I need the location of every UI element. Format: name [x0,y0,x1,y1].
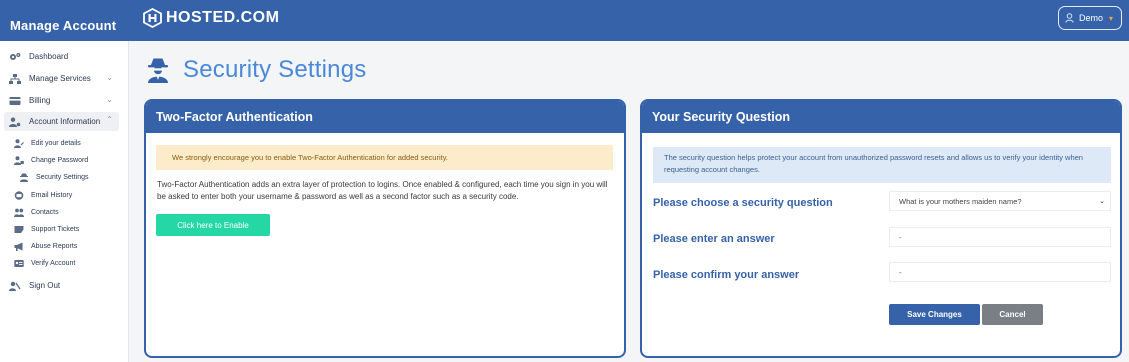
sitemap-icon [9,73,21,84]
security-question-select[interactable]: What is your mothers maiden name? ⌄ [889,191,1111,211]
sidebar-subitem-label: Change Password [31,157,89,164]
gears-icon [9,52,21,62]
sidebar-subitem-verify-account[interactable]: Verify Account [14,256,75,271]
chevron-down-icon: ⌄ [106,73,113,82]
security-question-info: The security question helps protect your… [653,147,1111,183]
sidebar-subitem-contacts[interactable]: Contacts [14,205,59,220]
chevron-down-icon: ▾ [1109,13,1114,23]
selected-question: What is your mothers maiden name? [899,196,1022,206]
answer-label: Please enter an answer [653,233,775,245]
enable-two-factor-button[interactable]: Click here to Enable [156,214,270,236]
chevron-down-icon: ⌄ [106,95,113,104]
sidebar-subitem-label: Contacts [31,209,59,216]
sidebar-subitem-label: Email History [31,192,73,199]
sidebar-item-label: Account Information [29,117,101,126]
sidebar-item-account-information[interactable]: Account Information ⌃ [4,112,119,131]
megaphone-icon [14,242,24,251]
two-factor-warning: We strongly encourage you to enable Two-… [156,145,613,170]
security-question-heading: Your Security Question [642,101,1120,133]
two-factor-heading: Two-Factor Authentication [146,101,624,133]
sidebar-subitem-label: Abuse Reports [31,243,78,250]
user-secret-icon [148,58,168,83]
chevron-up-icon: ⌃ [106,115,113,124]
user-gear-icon [9,117,21,127]
sidebar-subitem-change-password[interactable]: Change Password [14,153,88,168]
chevron-down-icon: ⌄ [1099,198,1105,205]
credit-card-icon [9,96,21,106]
sidebar-subitem-edit-details[interactable]: Edit your details [14,136,81,151]
choose-question-label: Please choose a security question [653,197,833,209]
sign-out-icon [9,281,21,291]
sidebar-subitem-email-history[interactable]: Email History [14,188,72,203]
sidebar-item-label: Billing [29,96,51,105]
user-edit-icon [14,139,24,148]
user-lock-icon [14,156,24,165]
sidebar-subitem-label: Verify Account [31,260,76,267]
logo[interactable]: HOSTED.COM [143,8,279,28]
sidebar-subitem-abuse-reports[interactable]: Abuse Reports [14,239,77,254]
id-card-icon [14,259,24,268]
section-title: Manage Account [10,18,117,33]
users-icon [14,208,24,217]
answer-input[interactable]: - [889,227,1111,247]
top-bar: Manage Account HOSTED.COM Demo ▾ [0,0,1129,41]
sidebar-subitem-security-settings[interactable]: Security Settings [19,170,89,185]
sidebar-subitem-support-tickets[interactable]: Support Tickets [14,222,79,237]
sidebar-item-sign-out[interactable]: Sign Out [4,276,119,295]
user-menu-button[interactable]: Demo ▾ [1058,6,1122,30]
save-changes-button[interactable]: Save Changes [889,304,980,325]
ticket-icon [14,225,24,234]
two-factor-card: Two-Factor Authentication We strongly en… [144,99,626,358]
page-header: Security Settings [147,56,366,84]
confirm-answer-label: Please confirm your answer [653,269,800,281]
page-title: Security Settings [183,56,367,83]
sidebar-subitem-label: Security Settings [36,174,89,181]
sidebar-item-label: Dashboard [29,52,69,61]
sidebar-item-label: Manage Services [29,74,91,83]
two-factor-description: Two-Factor Authentication adds an extra … [157,180,608,201]
sidebar-item-billing[interactable]: Billing ⌄ [4,91,119,110]
user-label: Demo [1079,13,1104,23]
user-icon [1065,13,1074,23]
security-question-card: Your Security Question The security ques… [640,99,1122,358]
sidebar-subitem-label: Support Tickets [31,226,80,233]
envelope-icon [14,191,24,200]
confirm-answer-input[interactable]: - [889,262,1111,282]
user-secret-icon [19,173,29,182]
sidebar-item-label: Sign Out [29,281,61,290]
sidebar-subitem-label: Edit your details [31,140,81,147]
cancel-button[interactable]: Cancel [982,304,1043,325]
logo-text: HOSTED.COM [166,9,280,26]
hexagon-logo-icon [143,8,162,28]
sidebar-item-manage-services[interactable]: Manage Services ⌄ [4,69,119,88]
sidebar-item-dashboard[interactable]: Dashboard [4,47,119,66]
sidebar: Dashboard Manage Services ⌄ Billing ⌄ Ac… [0,41,129,362]
